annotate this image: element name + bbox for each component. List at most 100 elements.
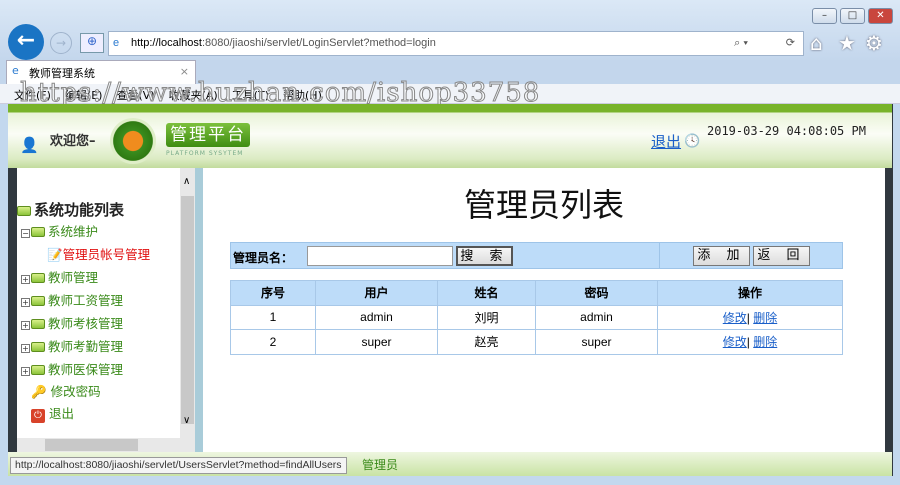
forward-button[interactable]: →	[50, 32, 72, 54]
admin-table: 序号 用户 姓名 密码 操作 1 admin 刘明 admin 修改| 删除 2 super 赵亮 s…	[230, 280, 843, 355]
refresh-icon[interactable]: ⟳	[786, 32, 795, 55]
folder-icon	[31, 227, 45, 237]
folder-icon	[31, 319, 45, 329]
scroll-thumb[interactable]	[181, 196, 194, 424]
sidebar-item-exit[interactable]: ⏻ 退出	[31, 403, 74, 423]
menu-view[interactable]: 查看(V)	[116, 89, 154, 102]
col-no: 序号	[230, 280, 316, 306]
scroll-thumb[interactable]	[45, 439, 138, 451]
datetime: 2019-03-29 04:08:05 PM	[707, 124, 866, 138]
cell-actions: 修改| 删除	[657, 329, 843, 355]
folder-icon	[31, 342, 45, 352]
menu-file[interactable]: 文件(F)	[14, 89, 51, 102]
search-icon[interactable]: ⌕ ▾	[734, 32, 748, 55]
col-user: 用户	[315, 280, 438, 306]
col-actions: 操作	[657, 280, 843, 306]
close-window-button[interactable]: ✕	[868, 8, 893, 24]
platform-title: 管理平台	[166, 123, 250, 147]
platform-subtitle: PLATFORM SYSYTEM	[166, 150, 244, 157]
gear-icon[interactable]: ⚙	[865, 31, 883, 55]
ie-icon: e	[113, 37, 120, 49]
cell-actions: 修改| 删除	[657, 304, 843, 330]
chevron-up-icon[interactable]: ∧	[183, 176, 190, 187]
back-page-button[interactable]: 返 回	[753, 246, 810, 266]
delete-link[interactable]: 删除	[753, 335, 777, 349]
menu-favorites[interactable]: 收藏夹(A)	[169, 89, 218, 102]
divider	[659, 243, 660, 268]
status-url-tooltip: http://localhost:8080/jiaoshi/servlet/Us…	[10, 457, 347, 474]
separator: |	[746, 335, 750, 350]
browser-tab[interactable]: e 教师管理系统 ×	[6, 60, 196, 84]
menu-bar: 文件(F) 编辑(E) 查看(V) 收藏夹(A) 工具(T) 帮助(H)	[0, 84, 900, 104]
edit-link[interactable]: 修改	[723, 335, 747, 349]
edit-doc-icon: 📝	[47, 247, 63, 262]
cell-no: 2	[230, 329, 316, 355]
sidebar-horizontal-scrollbar[interactable]	[17, 438, 195, 452]
user-icon: 👤	[20, 136, 39, 154]
shield-icon[interactable]: ⊕	[80, 33, 104, 53]
sidebar-item-admin-accounts[interactable]: 📝管理员帐号管理	[47, 244, 150, 263]
folder-icon	[31, 296, 45, 306]
cell-no: 1	[230, 304, 316, 330]
menu-edit[interactable]: 编辑(E)	[65, 89, 103, 102]
cell-name: 赵亮	[437, 329, 536, 355]
power-icon: ⏻	[31, 409, 45, 423]
home-icon[interactable]: ⌂	[810, 31, 823, 55]
separator: |	[746, 310, 750, 325]
cell-user: super	[315, 329, 438, 355]
expand-icon[interactable]: +	[21, 367, 30, 376]
expand-icon[interactable]: +	[21, 344, 30, 353]
cell-name: 刘明	[437, 304, 536, 330]
col-name: 姓名	[437, 280, 536, 306]
favorites-star-icon[interactable]: ★	[838, 31, 856, 55]
table-row: 1 admin 刘明 admin 修改| 删除	[230, 304, 843, 330]
sidebar-item-teachers[interactable]: + 教师管理	[21, 267, 98, 286]
frame-divider[interactable]	[195, 168, 203, 452]
search-bar: 管理员名： 搜 索 添 加 返 回	[230, 242, 843, 269]
admin-name-input[interactable]	[307, 246, 453, 266]
clock-icon: 🕓	[684, 134, 701, 149]
cell-password: admin	[535, 304, 658, 330]
sidebar-item-assessment[interactable]: + 教师考核管理	[21, 313, 123, 332]
collapse-icon[interactable]: −	[21, 229, 30, 238]
address-bar[interactable]: e http://localhost:8080/jiaoshi/servlet/L…	[108, 31, 804, 56]
menu-help[interactable]: 帮助(H)	[283, 89, 322, 102]
sidebar-item-change-password[interactable]: 🔑 修改密码	[31, 381, 101, 400]
col-password: 密码	[535, 280, 658, 306]
edit-link[interactable]: 修改	[723, 311, 747, 325]
logo-icon	[110, 118, 156, 164]
ie-icon: e	[12, 64, 19, 77]
table-header: 序号 用户 姓名 密码 操作	[230, 280, 843, 306]
delete-link[interactable]: 删除	[753, 311, 777, 325]
welcome-text: 欢迎您–	[50, 134, 96, 149]
cell-password: super	[535, 329, 658, 355]
search-button[interactable]: 搜 索	[456, 246, 513, 266]
maximize-button[interactable]: □	[840, 8, 865, 24]
add-button[interactable]: 添 加	[693, 246, 750, 266]
logout-link[interactable]: 退出	[651, 131, 681, 152]
table-row: 2 super 赵亮 super 修改| 删除	[230, 329, 843, 355]
footer-role: 管理员	[362, 458, 399, 472]
close-tab-icon[interactable]: ×	[180, 65, 189, 78]
folder-icon	[17, 206, 31, 216]
expand-icon[interactable]: +	[21, 298, 30, 307]
cell-user: admin	[315, 304, 438, 330]
sidebar: 系统功能列表 − 系统维护 📝管理员帐号管理 + 教师管理 + 教师工资管理 + 教师考…	[17, 168, 180, 438]
key-icon: 🔑	[31, 384, 47, 399]
expand-icon[interactable]: +	[21, 275, 30, 284]
expand-icon[interactable]: +	[21, 321, 30, 330]
sidebar-item-insurance[interactable]: + 教师医保管理	[21, 359, 123, 378]
folder-icon	[31, 365, 45, 375]
menu-tools[interactable]: 工具(T)	[232, 89, 269, 102]
page-title: 管理员列表	[463, 186, 624, 224]
folder-icon	[31, 273, 45, 283]
sidebar-root: 系统功能列表	[17, 199, 124, 220]
search-label: 管理员名：	[233, 251, 294, 265]
sidebar-item-system[interactable]: − 系统维护	[21, 221, 98, 240]
chevron-down-icon[interactable]: ∨	[183, 415, 190, 426]
sidebar-vertical-scrollbar[interactable]: ∧ ∨	[180, 168, 195, 438]
minimize-button[interactable]: –	[812, 8, 837, 24]
back-button[interactable]: ←	[8, 24, 44, 60]
sidebar-item-attendance[interactable]: + 教师考勤管理	[21, 336, 123, 355]
sidebar-item-salary[interactable]: + 教师工资管理	[21, 290, 123, 309]
